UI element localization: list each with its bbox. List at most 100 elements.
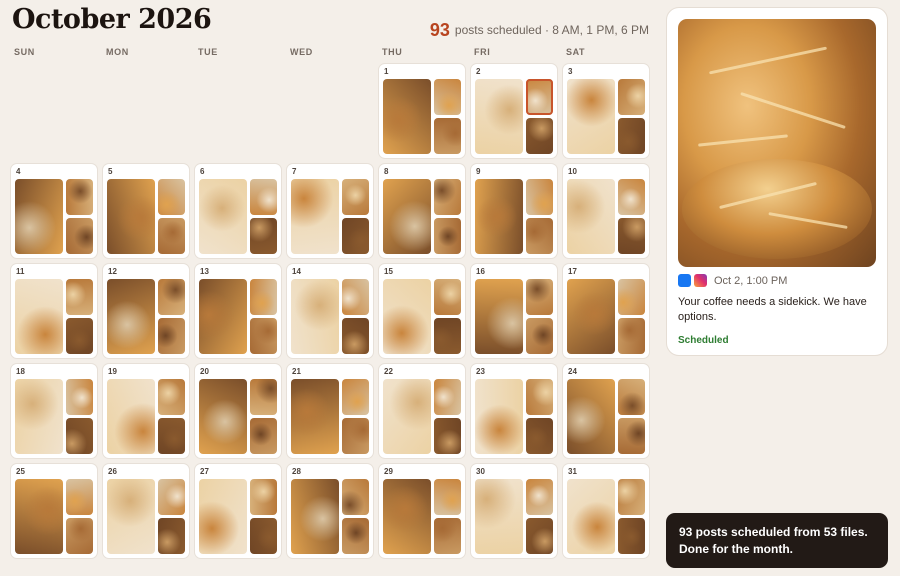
post-thumbnail-6pm[interactable] [342,318,369,354]
post-thumbnail-1pm[interactable] [66,479,93,515]
post-thumbnail-1pm[interactable] [250,179,277,215]
day-cell-22[interactable]: 22 [378,363,466,459]
post-thumbnail-6pm[interactable] [66,518,93,554]
post-thumbnail-6pm[interactable] [66,318,93,354]
post-thumbnail-6pm[interactable] [618,418,645,454]
post-thumbnail-8am[interactable] [107,479,156,554]
post-thumbnail-8am[interactable] [291,379,340,454]
post-thumbnail-6pm[interactable] [158,318,185,354]
post-thumbnail-8am[interactable] [15,479,64,554]
day-cell-28[interactable]: 28 [286,463,374,559]
post-thumbnail-8am[interactable] [291,279,340,354]
post-thumbnail-1pm[interactable] [250,379,277,415]
post-thumbnail-1pm[interactable] [526,379,553,415]
post-thumbnail-1pm[interactable] [342,179,369,215]
post-thumbnail-6pm[interactable] [526,218,553,254]
post-thumbnail-6pm[interactable] [158,418,185,454]
post-thumbnail-6pm[interactable] [434,118,461,154]
day-cell-30[interactable]: 30 [470,463,558,559]
post-thumbnail-6pm[interactable] [526,118,553,154]
day-cell-29[interactable]: 29 [378,463,466,559]
post-thumbnail-1pm[interactable] [66,179,93,215]
post-thumbnail-6pm[interactable] [250,318,277,354]
day-cell-23[interactable]: 23 [470,363,558,459]
post-thumbnail-8am[interactable] [15,279,64,354]
post-thumbnail-6pm[interactable] [342,518,369,554]
day-cell-31[interactable]: 31 [562,463,650,559]
post-thumbnail-1pm[interactable] [66,279,93,315]
post-thumbnail-1pm[interactable] [618,279,645,315]
post-thumbnail-1pm[interactable] [158,279,185,315]
post-thumbnail-6pm[interactable] [158,518,185,554]
post-thumbnail-1pm[interactable] [434,79,461,115]
day-cell-18[interactable]: 18 [10,363,98,459]
post-thumbnail-6pm[interactable] [250,418,277,454]
day-cell-13[interactable]: 13 [194,263,282,359]
post-thumbnail-1pm[interactable] [342,479,369,515]
post-thumbnail-8am[interactable] [567,279,616,354]
day-cell-10[interactable]: 10 [562,163,650,259]
day-cell-11[interactable]: 11 [10,263,98,359]
post-thumbnail-8am[interactable] [567,79,616,154]
post-thumbnail-6pm[interactable] [250,518,277,554]
post-thumbnail-6pm[interactable] [526,518,553,554]
post-thumbnail-6pm[interactable] [434,218,461,254]
day-cell-25[interactable]: 25 [10,463,98,559]
post-thumbnail-1pm[interactable] [526,79,553,115]
post-thumbnail-6pm[interactable] [526,418,553,454]
post-thumbnail-1pm[interactable] [618,79,645,115]
post-thumbnail-6pm[interactable] [618,518,645,554]
post-thumbnail-1pm[interactable] [618,379,645,415]
day-cell-5[interactable]: 5 [102,163,190,259]
post-thumbnail-8am[interactable] [567,479,616,554]
day-cell-4[interactable]: 4 [10,163,98,259]
post-thumbnail-8am[interactable] [199,479,248,554]
post-thumbnail-8am[interactable] [567,379,616,454]
post-thumbnail-8am[interactable] [383,179,432,254]
post-thumbnail-1pm[interactable] [250,479,277,515]
post-thumbnail-1pm[interactable] [158,379,185,415]
day-cell-27[interactable]: 27 [194,463,282,559]
post-thumbnail-6pm[interactable] [250,218,277,254]
post-thumbnail-8am[interactable] [383,79,432,154]
day-cell-16[interactable]: 16 [470,263,558,359]
day-cell-26[interactable]: 26 [102,463,190,559]
post-thumbnail-1pm[interactable] [434,379,461,415]
post-thumbnail-1pm[interactable] [618,479,645,515]
post-thumbnail-6pm[interactable] [66,218,93,254]
post-thumbnail-1pm[interactable] [526,279,553,315]
post-thumbnail-8am[interactable] [199,179,248,254]
day-cell-9[interactable]: 9 [470,163,558,259]
post-thumbnail-8am[interactable] [15,179,64,254]
post-thumbnail-1pm[interactable] [250,279,277,315]
post-thumbnail-1pm[interactable] [66,379,93,415]
post-thumbnail-6pm[interactable] [342,418,369,454]
post-thumbnail-8am[interactable] [567,179,616,254]
post-thumbnail-6pm[interactable] [434,318,461,354]
post-thumbnail-6pm[interactable] [158,218,185,254]
day-cell-1[interactable]: 1 [378,63,466,159]
post-thumbnail-8am[interactable] [475,379,524,454]
day-cell-20[interactable]: 20 [194,363,282,459]
post-thumbnail-1pm[interactable] [158,179,185,215]
post-thumbnail-6pm[interactable] [434,518,461,554]
day-cell-6[interactable]: 6 [194,163,282,259]
day-cell-2[interactable]: 2 [470,63,558,159]
post-thumbnail-8am[interactable] [383,379,432,454]
day-cell-24[interactable]: 24 [562,363,650,459]
post-thumbnail-1pm[interactable] [434,179,461,215]
post-thumbnail-8am[interactable] [15,379,64,454]
day-cell-17[interactable]: 17 [562,263,650,359]
post-thumbnail-8am[interactable] [475,79,524,154]
post-thumbnail-6pm[interactable] [434,418,461,454]
post-thumbnail-6pm[interactable] [526,318,553,354]
post-preview-card[interactable]: Oct 2, 1:00 PM Your coffee needs a sidek… [666,7,888,356]
post-thumbnail-8am[interactable] [383,479,432,554]
post-thumbnail-1pm[interactable] [342,379,369,415]
post-thumbnail-1pm[interactable] [158,479,185,515]
day-cell-14[interactable]: 14 [286,263,374,359]
day-cell-21[interactable]: 21 [286,363,374,459]
post-thumbnail-8am[interactable] [475,479,524,554]
post-thumbnail-8am[interactable] [291,479,340,554]
post-thumbnail-8am[interactable] [291,179,340,254]
